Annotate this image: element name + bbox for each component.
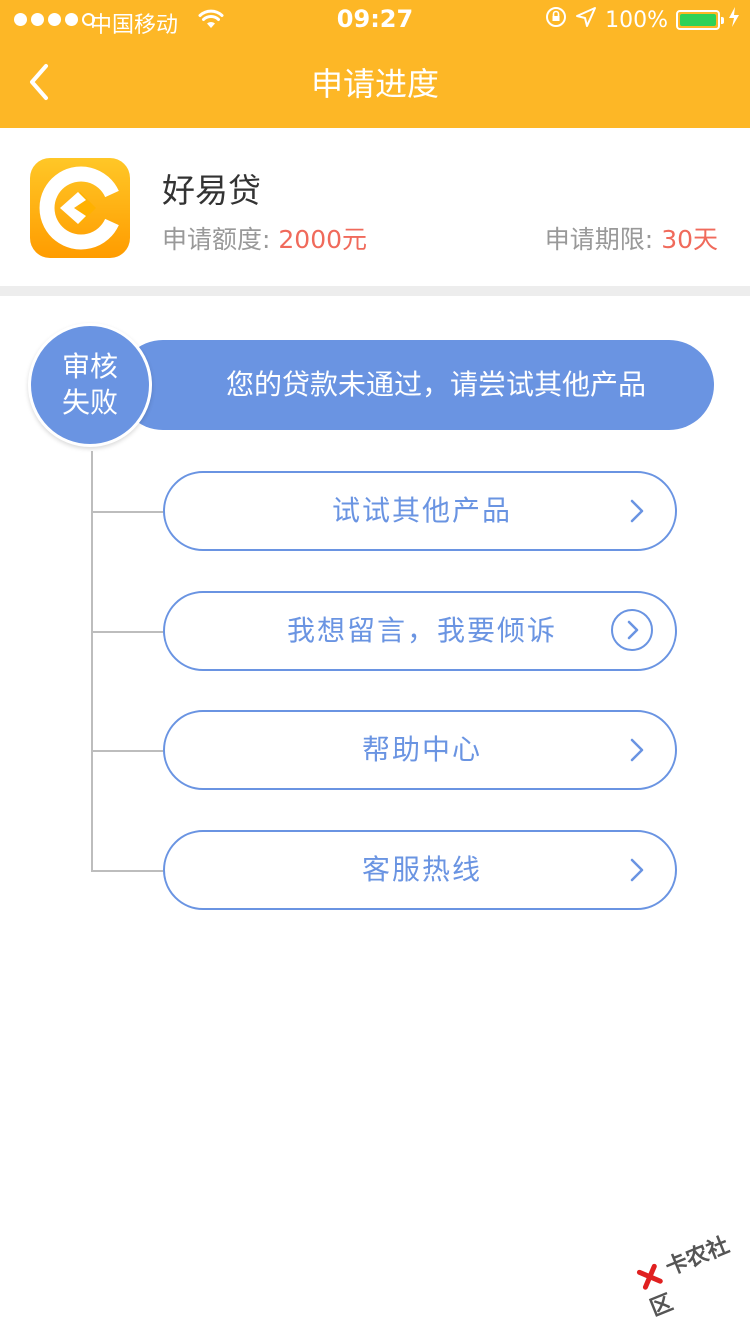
status-badge-line1: 审核 [61, 350, 118, 383]
applied-amount-label: 申请额度: [162, 225, 271, 254]
option-label: 试试其他产品 [331, 494, 512, 527]
product-name: 好易贷 [162, 171, 261, 210]
applied-term-label: 申请期限: [544, 225, 654, 254]
status-right-group: 100% [545, 6, 740, 34]
rotation-lock-icon [545, 6, 567, 34]
page-title: 申请进度 [310, 65, 439, 103]
status-badge: 审核 失败 [28, 323, 152, 447]
try-other-products-button[interactable]: 试试其他产品 [163, 471, 677, 551]
status-badge-line2: 失败 [61, 386, 118, 419]
battery-icon [676, 10, 724, 30]
top-bar: 中国移动 09:27 100% 申请进度 [0, 0, 750, 128]
option-label: 我想留言，我要倾诉 [286, 614, 557, 647]
applied-term: 申请期限: 30天 [545, 220, 718, 256]
option-label: 帮助中心 [361, 733, 482, 766]
chevron-right-icon [630, 499, 644, 523]
charging-icon [728, 7, 740, 33]
tree-connector [91, 870, 164, 872]
option-label: 客服热线 [361, 853, 482, 886]
location-arrow-icon [575, 6, 597, 34]
applied-amount: 申请额度: 2000元 [162, 220, 367, 256]
status-bar: 中国移动 09:27 100% [0, 0, 750, 40]
watermark-logo-icon [636, 1263, 663, 1290]
applied-term-value: 30天 [661, 225, 718, 254]
chevron-right-icon [630, 858, 644, 882]
section-divider [0, 286, 750, 296]
leave-message-button[interactable]: 我想留言，我要倾诉 [163, 591, 677, 671]
tree-connector-vertical [91, 451, 93, 871]
chevron-right-icon [630, 738, 644, 762]
battery-percent: 100% [605, 7, 668, 33]
chevron-right-circle-icon [611, 609, 653, 651]
tree-connector [91, 750, 164, 752]
tree-connector [91, 511, 164, 513]
watermark: 卡农社区 [633, 1226, 750, 1328]
product-logo [30, 158, 130, 258]
result-banner: 您的贷款未通过，请尝试其他产品 [118, 340, 714, 430]
tree-connector [91, 631, 164, 633]
product-card: 好易贷 申请额度: 2000元 申请期限: 30天 [0, 128, 750, 286]
applied-amount-value: 2000元 [278, 225, 368, 254]
result-message: 您的贷款未通过，请尝试其他产品 [225, 368, 646, 401]
customer-service-hotline-button[interactable]: 客服热线 [163, 830, 677, 910]
help-center-button[interactable]: 帮助中心 [163, 710, 677, 790]
